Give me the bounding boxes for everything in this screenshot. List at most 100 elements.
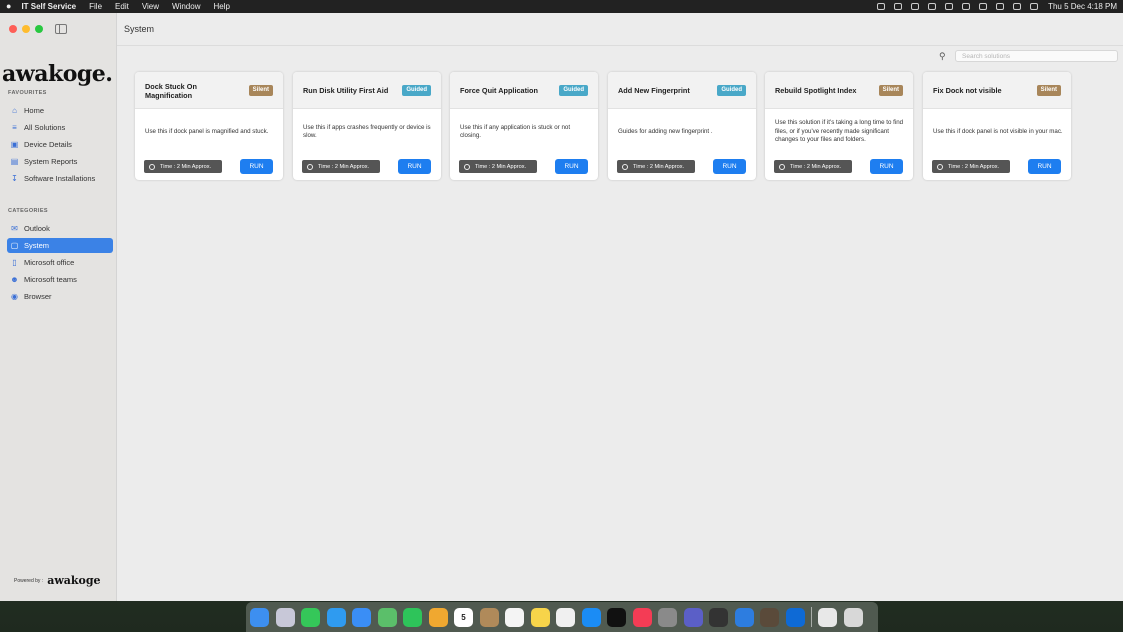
music-icon[interactable]: [632, 607, 652, 627]
calendar-icon[interactable]: 5: [454, 607, 473, 627]
sidebar-item-label: Software Installations: [24, 174, 96, 183]
safari-icon[interactable]: [326, 607, 346, 627]
messages-icon[interactable]: [301, 607, 320, 627]
notes-icon[interactable]: [530, 607, 550, 627]
launchpad-icon[interactable]: [275, 607, 295, 627]
maps-icon[interactable]: [377, 607, 397, 627]
sidebar-item-system[interactable]: ▢ System: [7, 238, 113, 253]
card-description: Use this solution if it's taking a long …: [775, 119, 904, 144]
menu-edit[interactable]: Edit: [115, 0, 129, 13]
xcode-icon[interactable]: [734, 607, 754, 627]
card-description: Use this if any application is stuck or …: [460, 123, 571, 139]
close-window-button[interactable]: [9, 25, 17, 33]
screen-mirroring-icon[interactable]: [911, 3, 920, 10]
run-button[interactable]: RUN: [1028, 159, 1061, 174]
sidebar-item-label: System Reports: [24, 157, 78, 166]
search-input[interactable]: [955, 50, 1118, 62]
time-estimate-label: Time : 2 Min Approx.: [948, 163, 1000, 170]
reminders-icon[interactable]: [505, 607, 524, 627]
run-button[interactable]: RUN: [240, 159, 273, 174]
run-button[interactable]: RUN: [870, 159, 903, 174]
menu-view[interactable]: View: [142, 0, 159, 13]
spotlight-icon[interactable]: [996, 3, 1005, 10]
time-estimate-label: Time : 2 Min Approx.: [475, 163, 527, 170]
run-button[interactable]: RUN: [398, 159, 431, 174]
sidebar-item-software-installations[interactable]: ↧ Software Installations: [7, 171, 113, 186]
zoom-window-button[interactable]: [35, 25, 43, 33]
photos-icon[interactable]: [428, 607, 448, 627]
mode-badge: Guided: [402, 85, 431, 96]
status-item-icon[interactable]: [894, 3, 903, 10]
solution-card: Run Disk Utility First Aid Guided Use this…: [293, 72, 441, 180]
sidebar-item-outlook[interactable]: ✉ Outlook: [7, 221, 113, 236]
card-description: Use this if dock panel is magnified and …: [145, 127, 269, 135]
contacts-icon[interactable]: [479, 607, 499, 627]
document-icon[interactable]: [818, 607, 837, 627]
control-center-icon[interactable]: [1013, 3, 1022, 10]
time-estimate: Time : 2 Min Approx.: [302, 160, 380, 173]
menu-app-name[interactable]: IT Self Service: [21, 0, 76, 13]
app-store-icon[interactable]: [581, 607, 601, 627]
mode-badge: Silent: [878, 85, 903, 96]
sidebar-item-home[interactable]: ⌂ Home: [7, 103, 113, 118]
run-button[interactable]: RUN: [713, 159, 746, 174]
sidebar-item-microsoft-office[interactable]: ▯ Microsoft office: [7, 255, 113, 270]
powered-by-logo: awakoge: [47, 574, 101, 587]
sidebar-item-label: Home: [24, 106, 45, 115]
status-item-icon[interactable]: [928, 3, 937, 10]
sidebar-toggle-icon[interactable]: [55, 24, 67, 34]
time-estimate-label: Time : 2 Min Approx.: [160, 163, 212, 170]
card-description: Guides for adding new fingerprint .: [618, 127, 713, 135]
menu-help[interactable]: Help: [213, 0, 229, 13]
time-estimate: Time : 2 Min Approx.: [774, 160, 852, 173]
desktop: ● IT Self Service File Edit View Window …: [0, 0, 1123, 632]
mode-badge: Silent: [1036, 85, 1061, 96]
teams-icon[interactable]: [683, 607, 703, 627]
sidebar-item-system-reports[interactable]: ▤ System Reports: [7, 154, 113, 169]
minimize-window-button[interactable]: [22, 25, 30, 33]
teamviewer-icon[interactable]: [785, 607, 805, 627]
siri-icon[interactable]: [1030, 3, 1039, 10]
mail-icon[interactable]: [352, 607, 371, 627]
mode-badge: Guided: [717, 85, 746, 96]
wifi-icon[interactable]: [979, 3, 988, 10]
sidebar-item-device-details[interactable]: ▣ Device Details: [7, 137, 113, 152]
card-description: Use this if apps crashes frequently or d…: [303, 123, 431, 139]
time-estimate-label: Time : 2 Min Approx.: [790, 163, 842, 170]
apple-menu-icon[interactable]: ●: [6, 0, 11, 13]
sidebar-item-label: System: [24, 241, 50, 250]
status-item-icon[interactable]: [877, 3, 886, 10]
status-item-icon[interactable]: [945, 3, 954, 10]
it-self-service-icon[interactable]: [760, 607, 779, 627]
activity-monitor-icon[interactable]: [709, 607, 728, 627]
sidebar-item-label: Microsoft office: [24, 258, 75, 267]
menu-window[interactable]: Window: [172, 0, 200, 13]
clock-icon: [149, 163, 155, 170]
menubar-clock[interactable]: Thu 5 Dec 4:18 PM: [1048, 2, 1117, 11]
card-header: Rebuild Spotlight Index Silent: [765, 72, 913, 109]
trash-icon[interactable]: [843, 607, 863, 627]
sidebar-item-microsoft-teams[interactable]: ☻ Microsoft teams: [7, 272, 113, 287]
powered-by-label: Powered by :: [14, 577, 44, 584]
run-button[interactable]: RUN: [555, 159, 588, 174]
freeform-icon[interactable]: [556, 607, 575, 627]
solution-card: Dock Stuck On Magnification Silent Use thi…: [135, 72, 283, 180]
globe-icon: ◉: [11, 292, 18, 301]
tv-icon[interactable]: [607, 607, 626, 627]
facetime-icon[interactable]: [403, 607, 422, 627]
page-title: System: [124, 24, 155, 34]
download-icon: ↧: [11, 174, 18, 183]
time-estimate: Time : 2 Min Approx.: [617, 160, 695, 173]
finder-icon[interactable]: [250, 607, 269, 627]
search-icon[interactable]: ⚲: [939, 51, 946, 62]
sidebar-item-browser[interactable]: ◉ Browser: [7, 289, 113, 304]
system-settings-icon[interactable]: [658, 607, 677, 627]
status-area: Thu 5 Dec 4:18 PM: [868, 2, 1117, 11]
time-estimate-label: Time : 2 Min Approx.: [633, 163, 685, 170]
battery-icon[interactable]: [962, 3, 971, 10]
card-title: Rebuild Spotlight Index: [775, 86, 857, 95]
time-estimate: Time : 2 Min Approx.: [932, 160, 1010, 173]
sidebar-item-all-solutions[interactable]: ≡ All Solutions: [7, 120, 113, 135]
brand-logo: awakoge.: [2, 61, 113, 87]
menu-file[interactable]: File: [89, 0, 102, 13]
